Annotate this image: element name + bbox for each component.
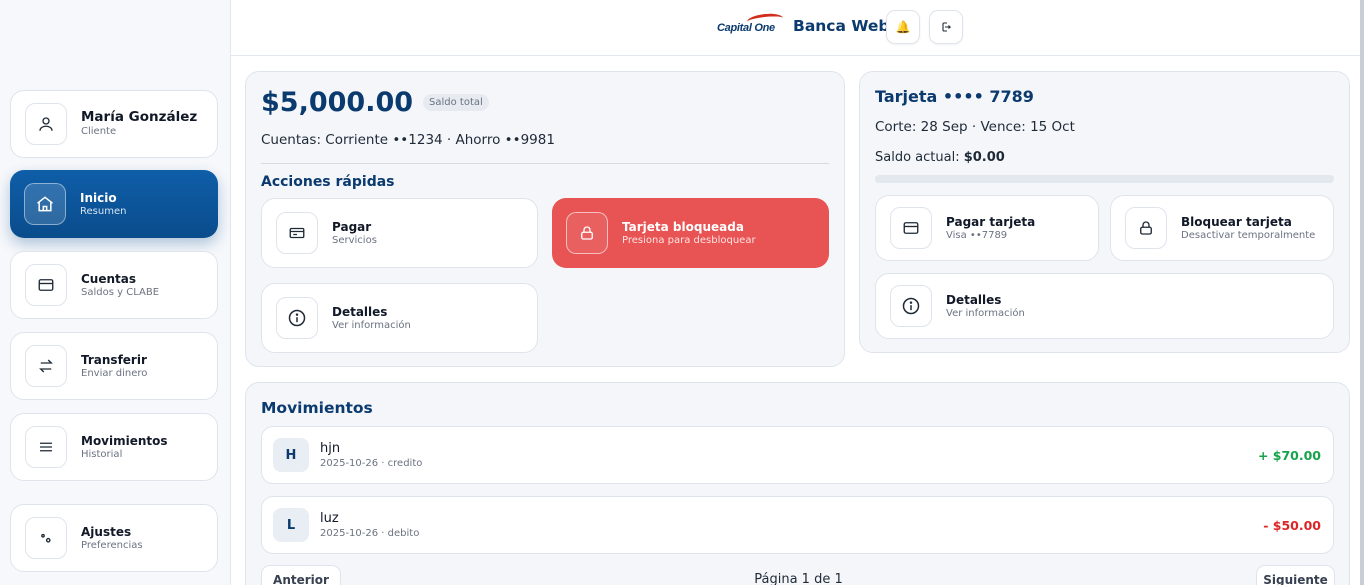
action-sub: Ver información [946, 307, 1025, 319]
card-panel: Tarjeta •••• 7789 Corte: 28 Sep · Vence:… [859, 71, 1350, 353]
summary-panel: $5,000.00 Saldo total Cuentas: Corriente… [245, 71, 845, 367]
info-icon [276, 297, 318, 339]
sidebar-item-sub: Resumen [80, 205, 127, 217]
settings-icon [25, 517, 67, 559]
logout-button[interactable] [929, 10, 963, 44]
transaction-avatar: H [273, 438, 309, 472]
action-label: Bloquear tarjeta [1181, 214, 1292, 229]
card-usage-bar [875, 175, 1334, 183]
block-card-button[interactable]: Bloquear tarjeta Desactivar temporalment… [1110, 195, 1334, 261]
accounts-line: Cuentas: Corriente ••1234 · Ahorro ••998… [261, 132, 555, 148]
menu-icon [25, 426, 67, 468]
action-sub: Ver información [332, 319, 411, 331]
notifications-button[interactable]: 🔔 [886, 10, 920, 44]
transaction-row[interactable]: L luz 2025-10-26 · debito - $50.00 [261, 496, 1334, 554]
movements-panel: Movimientos H hjn 2025-10-26 · credito +… [245, 382, 1350, 585]
movements-title: Movimientos [261, 399, 373, 417]
card-icon [890, 207, 932, 249]
action-sub: Servicios [332, 234, 377, 246]
details-button[interactable]: Detalles Ver información [261, 283, 538, 353]
balance-badge: Saldo total [423, 94, 489, 111]
transaction-name: hjn [320, 441, 341, 456]
sidebar: María González Cliente Inicio Resumen Cu… [0, 0, 231, 585]
action-sub: Visa ••7789 [946, 229, 1008, 241]
lock-icon [566, 212, 608, 254]
pagination-label: Página 1 de 1 [754, 572, 843, 585]
capital-one-logo: Capital One [717, 12, 784, 38]
brand: Capital One Banca Web [717, 12, 890, 38]
card-details-button[interactable]: Detalles Ver información [875, 273, 1334, 339]
transaction-avatar: L [273, 508, 309, 542]
transaction-meta: 2025-10-26 · credito [320, 458, 423, 469]
bill-icon [276, 212, 318, 254]
card-balance-label: Saldo actual: [875, 150, 960, 165]
logout-icon [942, 22, 952, 32]
sidebar-item-label: Ajustes [81, 524, 132, 539]
sidebar-item-label: Transferir [81, 352, 147, 367]
action-sub: Presiona para desbloquear [622, 234, 756, 246]
sidebar-item-label: Inicio [80, 190, 117, 205]
card-balance-value: $0.00 [963, 150, 1005, 165]
card-dates: Corte: 28 Sep · Vence: 15 Oct [875, 119, 1075, 135]
transaction-amount: - $50.00 [1263, 518, 1321, 533]
unblock-card-button[interactable]: Tarjeta bloqueada Presiona para desbloqu… [552, 198, 829, 268]
sidebar-item-sub: Saldos y CLABE [81, 286, 160, 298]
sidebar-item-cuentas[interactable]: Cuentas Saldos y CLABE [10, 251, 218, 319]
user-profile-card[interactable]: María González Cliente [10, 90, 218, 158]
quick-actions-title: Acciones rápidas [261, 174, 395, 190]
transaction-row[interactable]: H hjn 2025-10-26 · credito + $70.00 [261, 426, 1334, 484]
top-header: Capital One Banca Web 🔔 [231, 0, 1360, 56]
scrollbar[interactable] [1360, 0, 1364, 585]
pay-services-button[interactable]: Pagar Servicios [261, 198, 538, 268]
action-label: Detalles [946, 292, 1002, 307]
card-balance: Saldo actual: $0.00 [875, 150, 1005, 165]
card-title: Tarjeta •••• 7789 [875, 87, 1034, 106]
info-icon [890, 285, 932, 327]
sidebar-item-ajustes[interactable]: Ajustes Preferencias [10, 504, 218, 572]
next-page-button[interactable]: Siguiente [1256, 565, 1335, 585]
action-label: Tarjeta bloqueada [622, 219, 744, 234]
action-label: Pagar tarjeta [946, 214, 1036, 229]
transfer-icon [25, 345, 67, 387]
sidebar-item-label: Movimientos [81, 433, 168, 448]
sidebar-item-inicio[interactable]: Inicio Resumen [10, 170, 218, 238]
transaction-meta: 2025-10-26 · debito [320, 528, 420, 539]
sidebar-item-sub: Enviar dinero [81, 367, 148, 379]
pay-card-button[interactable]: Pagar tarjeta Visa ••7789 [875, 195, 1099, 261]
user-role: Cliente [81, 126, 117, 138]
user-icon [25, 103, 67, 145]
transaction-name: luz [320, 511, 339, 526]
action-label: Pagar [332, 219, 372, 234]
bell-icon: 🔔 [895, 20, 911, 34]
action-sub: Desactivar temporalmente [1181, 229, 1316, 241]
divider [261, 163, 829, 164]
user-name: María González [81, 108, 198, 125]
sidebar-item-transferir[interactable]: Transferir Enviar dinero [10, 332, 218, 400]
total-balance: $5,000.00 [261, 87, 414, 118]
lock-icon [1125, 207, 1167, 249]
sidebar-item-label: Cuentas [81, 271, 137, 286]
home-icon [24, 183, 66, 225]
transaction-amount: + $70.00 [1257, 448, 1321, 463]
sidebar-item-sub: Preferencias [81, 539, 143, 551]
card-icon [25, 264, 67, 306]
sidebar-item-movimientos[interactable]: Movimientos Historial [10, 413, 218, 481]
action-label: Detalles [332, 304, 388, 319]
sidebar-item-sub: Historial [81, 448, 123, 460]
app-title: Banca Web [793, 17, 890, 35]
